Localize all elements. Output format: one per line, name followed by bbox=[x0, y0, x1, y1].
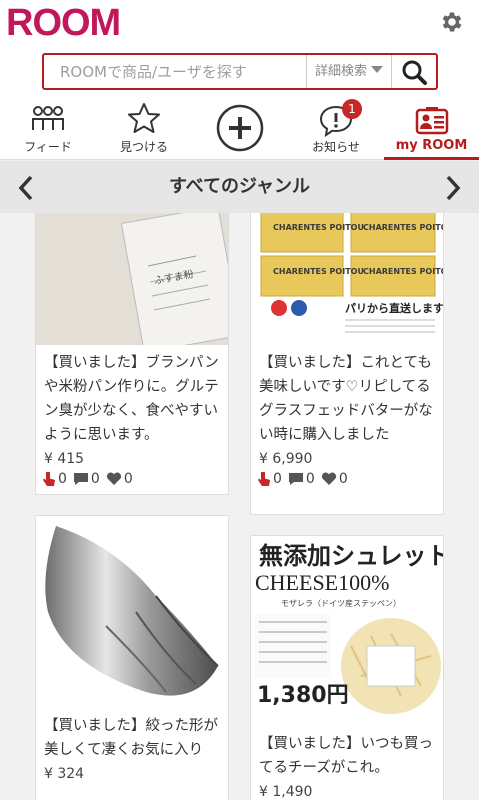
advanced-search-dropdown[interactable]: 詳細検索 bbox=[306, 55, 392, 88]
item-stats: 0 0 0 bbox=[36, 467, 228, 493]
item-price: ¥ 415 bbox=[44, 451, 85, 467]
comment-count: 0 bbox=[90, 471, 100, 487]
item-card[interactable]: CHARENTES POITOU CHARENTES POITOU CHAREN… bbox=[250, 213, 444, 515]
search-box: 詳細検索 bbox=[42, 53, 438, 90]
item-card[interactable]: 【買いました】絞った形が美しくて凄くお気に入り ¥ 324 bbox=[35, 515, 229, 800]
like-stat[interactable]: 0 bbox=[42, 471, 67, 487]
item-card[interactable]: ふすま粉 【買いました】ブランパンや米粉パン作りに。グルテン臭が少なく、食べやす… bbox=[35, 213, 229, 495]
search-bar: 詳細検索 bbox=[0, 46, 479, 96]
heart-icon bbox=[321, 472, 336, 485]
item-comment: 【買いました】いつも買ってるチーズがこれ。 bbox=[259, 736, 433, 776]
notification-badge: 1 bbox=[342, 99, 362, 119]
heart-stat[interactable]: 0 bbox=[321, 471, 348, 487]
item-comment: 【買いました】これとても美味しいです♡リピしてるグラスフェッドバターがない時に購… bbox=[259, 355, 433, 443]
comment-stat[interactable]: 0 bbox=[73, 471, 100, 487]
app-header: ROOM bbox=[0, 0, 479, 46]
item-grid: ふすま粉 【買いました】ブランパンや米粉パン作りに。グルテン臭が少なく、食べやす… bbox=[0, 213, 479, 800]
hand-pointer-icon bbox=[258, 472, 270, 486]
item-price: ¥ 324 bbox=[44, 766, 85, 782]
butter-pack-label: CHARENTES POITOU bbox=[363, 223, 443, 232]
cheese-subtitle: CHEESE100% bbox=[255, 570, 389, 595]
like-stat[interactable]: 0 bbox=[257, 471, 282, 487]
like-count: 0 bbox=[273, 471, 282, 487]
chevron-down-icon bbox=[371, 66, 384, 73]
item-card[interactable]: 無添加シュレット CHEESE100% モザレラ（ドイツ産ステッペン） 1,38… bbox=[250, 535, 444, 800]
advanced-search-label: 詳細検索 bbox=[315, 64, 368, 79]
heart-count: 0 bbox=[123, 471, 133, 487]
star-icon bbox=[128, 103, 160, 133]
room-logo[interactable]: ROOM bbox=[6, 2, 121, 44]
genre-bar: すべてのジャンル bbox=[0, 161, 479, 213]
nav-notifications[interactable]: 1 お知らせ bbox=[288, 96, 384, 160]
chevron-right-icon[interactable] bbox=[437, 173, 467, 203]
cheese-image: 無添加シュレット CHEESE100% モザレラ（ドイツ産ステッペン） 1,38… bbox=[251, 536, 443, 726]
chevron-left-icon[interactable] bbox=[12, 173, 42, 203]
butter-pack-label: CHARENTES POITOU bbox=[363, 267, 443, 276]
butter-image: CHARENTES POITOU CHARENTES POITOU CHAREN… bbox=[251, 213, 443, 345]
heart-count: 0 bbox=[338, 471, 348, 487]
nav-notifications-label: お知らせ bbox=[312, 140, 360, 154]
search-icon[interactable] bbox=[393, 55, 436, 88]
cheese-title: 無添加シュレット bbox=[259, 542, 443, 570]
search-input[interactable] bbox=[44, 55, 306, 88]
heart-stat[interactable]: 0 bbox=[106, 471, 133, 487]
nav-myroom[interactable]: my ROOM bbox=[384, 96, 479, 160]
nav-add[interactable] bbox=[192, 96, 288, 160]
comment-icon bbox=[73, 473, 88, 485]
nav-discover-label: 見つける bbox=[119, 140, 168, 154]
cheese-price-tag: 1,380円 bbox=[257, 683, 349, 708]
nav-myroom-label: my ROOM bbox=[395, 138, 468, 153]
piping-tip-image bbox=[36, 516, 228, 708]
item-comment: 【買いました】ブランパンや米粉パン作りに。グルテン臭が少なく、食べやすいように思… bbox=[44, 355, 219, 443]
comment-icon bbox=[288, 473, 303, 485]
heart-icon bbox=[106, 472, 121, 485]
people-icon bbox=[32, 106, 64, 130]
cheese-note: モザレラ（ドイツ産ステッペン） bbox=[281, 598, 401, 608]
item-comment: 【買いました】絞った形が美しくて凄くお気に入り bbox=[44, 718, 218, 758]
gear-icon[interactable] bbox=[439, 9, 465, 35]
item-price: ¥ 1,490 bbox=[259, 784, 313, 800]
cheese-image-art: 無添加シュレット CHEESE100% モザレラ（ドイツ産ステッペン） 1,38… bbox=[251, 536, 443, 726]
plus-icon bbox=[216, 104, 264, 152]
piping-tip-art bbox=[36, 516, 228, 708]
comment-count: 0 bbox=[305, 471, 315, 487]
nav-feed[interactable]: フィード bbox=[0, 96, 96, 160]
like-count: 0 bbox=[58, 471, 67, 487]
butter-pack-label: CHARENTES POITOU bbox=[273, 223, 364, 232]
hand-pointer-icon bbox=[43, 472, 55, 486]
item-stats: 0 0 0 bbox=[251, 467, 443, 493]
butter-caption: パリから直送します！ bbox=[345, 301, 443, 315]
butter-image-art: CHARENTES POITOU CHARENTES POITOU CHAREN… bbox=[251, 213, 443, 345]
nav-discover[interactable]: 見つける bbox=[96, 96, 192, 160]
main-nav: フィード 見つける 1 お知らせ my ROOM bbox=[0, 96, 479, 160]
nav-feed-label: フィード bbox=[24, 140, 72, 154]
flour-bag-image: ふすま粉 bbox=[36, 213, 228, 345]
butter-pack-label: CHARENTES POITOU bbox=[273, 267, 364, 276]
genre-title[interactable]: すべてのジャンル bbox=[60, 161, 419, 213]
myroom-icon bbox=[415, 107, 448, 135]
comment-stat[interactable]: 0 bbox=[288, 471, 315, 487]
item-price: ¥ 6,990 bbox=[259, 451, 313, 467]
flour-bag-image-art: ふすま粉 bbox=[36, 213, 228, 345]
